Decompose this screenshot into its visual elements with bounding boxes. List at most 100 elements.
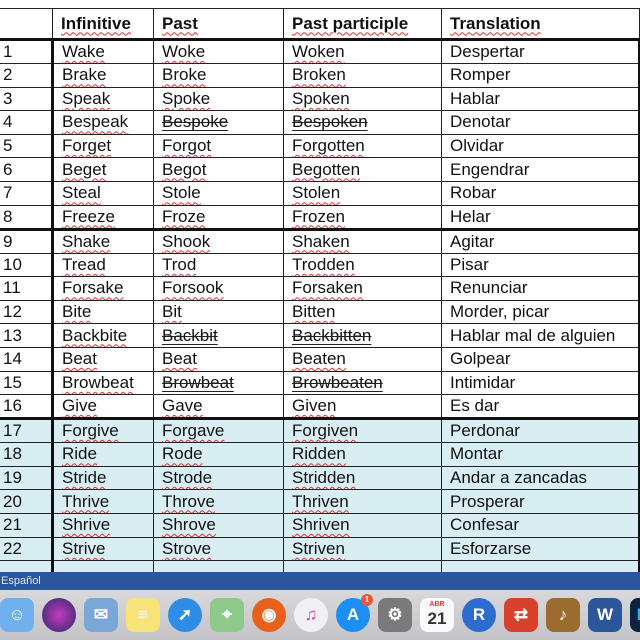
translation-cell[interactable] [441,560,640,572]
row-number[interactable]: 14 [0,346,54,372]
row-number[interactable]: 7 [0,180,54,206]
safari-icon[interactable]: ➚ [168,598,202,632]
infinitive-cell[interactable]: Stride [52,465,154,491]
infinitive-cell[interactable]: Shrive [52,512,154,538]
past-cell[interactable]: Spoke [153,86,284,112]
past-cell[interactable]: Stole [153,180,284,206]
row-number[interactable]: 2 [0,63,54,88]
past-cell[interactable]: Shook [153,227,284,254]
past-cell[interactable]: Forsook [153,276,284,301]
row-number[interactable]: 1 [0,38,54,64]
past-cell[interactable]: Rode [153,442,284,467]
row-number[interactable]: 12 [0,299,54,325]
infinitive-cell[interactable]: Tread [52,252,154,278]
past-cell[interactable]: Trod [153,252,284,278]
row-number[interactable]: 9 [0,227,54,254]
word-icon[interactable]: W [588,598,622,632]
translation-cell[interactable]: Robar [441,180,640,206]
past-cell[interactable]: Gave [153,394,284,420]
past-cell[interactable]: Strove [153,536,284,562]
infinitive-cell[interactable]: Beat [52,346,154,372]
calendar-icon[interactable]: ABR 21 [420,598,454,632]
past-cell[interactable]: Froze [153,204,284,230]
translation-cell[interactable]: Olvidar [441,133,640,159]
row-number[interactable]: 18 [0,442,54,467]
siri-icon[interactable] [42,598,76,632]
translation-cell[interactable]: Engendrar [441,157,640,182]
past-cell[interactable]: Begot [153,157,284,182]
translation-cell[interactable]: Andar a zancadas [441,465,640,491]
past-cell[interactable]: Broke [153,63,284,88]
row-number[interactable]: 20 [0,489,54,514]
system-preferences-icon[interactable]: ⚙ [378,598,412,632]
translation-cell[interactable]: Es dar [441,394,640,420]
infinitive-cell[interactable]: Wake [52,38,154,64]
translation-cell[interactable]: Hablar mal de alguien [441,323,640,348]
past-participle-cell[interactable]: Shaken [283,227,442,254]
translation-cell[interactable]: Golpear [441,346,640,372]
past-cell[interactable]: Shrove [153,512,284,538]
row-number[interactable]: 8 [0,204,54,230]
infinitive-cell[interactable]: Speak [52,86,154,112]
infinitive-cell[interactable]: Freeze [52,204,154,230]
infinitive-cell[interactable]: Strive [52,536,154,562]
past-participle-cell[interactable]: Broken [283,63,442,88]
row-number[interactable]: 16 [0,394,54,420]
translation-cell[interactable]: Renunciar [441,276,640,301]
past-participle-cell[interactable]: Bitten [283,299,442,325]
photoshop-icon[interactable]: Ps [630,598,640,632]
past-cell[interactable]: Woke [153,38,284,64]
translation-cell[interactable]: Denotar [441,110,640,135]
infinitive-cell[interactable] [52,560,154,572]
past-cell[interactable]: Browbeat [153,370,284,396]
row-number[interactable]: 4 [0,110,54,135]
past-cell[interactable]: Throve [153,489,284,514]
infinitive-cell[interactable]: Bite [52,299,154,325]
translation-cell[interactable]: Pisar [441,252,640,278]
itunes-icon[interactable]: ♫ [294,598,328,632]
row-number[interactable]: 19 [0,465,54,491]
row-number[interactable]: 6 [0,157,54,182]
past-participle-cell[interactable]: Frozen [283,204,442,230]
infinitive-cell[interactable]: Forsake [52,276,154,301]
past-participle-cell[interactable]: Forgiven [283,417,442,444]
translation-cell[interactable]: Morder, picar [441,299,640,325]
notes-icon[interactable]: ≡ [126,598,160,632]
past-participle-cell[interactable]: Browbeaten [283,370,442,396]
infinitive-cell[interactable]: Steal [52,180,154,206]
row-number[interactable]: 21 [0,512,54,538]
infinitive-cell[interactable]: Brake [52,63,154,88]
past-participle-cell[interactable]: Bespoken [283,110,442,135]
past-cell[interactable]: Strode [153,465,284,491]
past-cell[interactable]: Beat [153,346,284,372]
app-store-icon[interactable]: A1 [336,594,373,632]
past-participle-cell[interactable] [283,560,442,572]
infinitive-cell[interactable]: Forgive [52,417,154,444]
infinitive-cell[interactable]: Forget [52,133,154,159]
translation-cell[interactable]: Prosperar [441,489,640,514]
past-participle-cell[interactable]: Backbitten [283,323,442,348]
row-number[interactable] [0,560,54,572]
infinitive-cell[interactable]: Bespeak [52,110,154,135]
translation-cell[interactable]: Montar [441,442,640,467]
translation-cell[interactable]: Despertar [441,38,640,64]
maps-icon[interactable]: ⌖ [210,598,244,632]
row-number[interactable]: 11 [0,276,54,301]
row-number[interactable]: 5 [0,133,54,159]
language-indicator[interactable]: Español [1,575,41,587]
row-number[interactable]: 17 [0,417,54,444]
infinitive-cell[interactable]: Browbeat [52,370,154,396]
infinitive-cell[interactable]: Thrive [52,489,154,514]
infinitive-cell[interactable]: Beget [52,157,154,182]
row-number[interactable]: 22 [0,536,54,562]
translation-cell[interactable]: Hablar [441,86,640,112]
past-participle-cell[interactable]: Given [283,394,442,420]
past-participle-cell[interactable]: Forsaken [283,276,442,301]
past-participle-cell[interactable]: Forgotten [283,133,442,159]
finder-icon[interactable]: ☺ [0,598,34,632]
infinitive-cell[interactable]: Shake [52,227,154,254]
past-cell[interactable]: Forgave [153,417,284,444]
past-cell[interactable]: Bespoke [153,110,284,135]
past-participle-cell[interactable]: Beaten [283,346,442,372]
row-number[interactable]: 10 [0,252,54,278]
